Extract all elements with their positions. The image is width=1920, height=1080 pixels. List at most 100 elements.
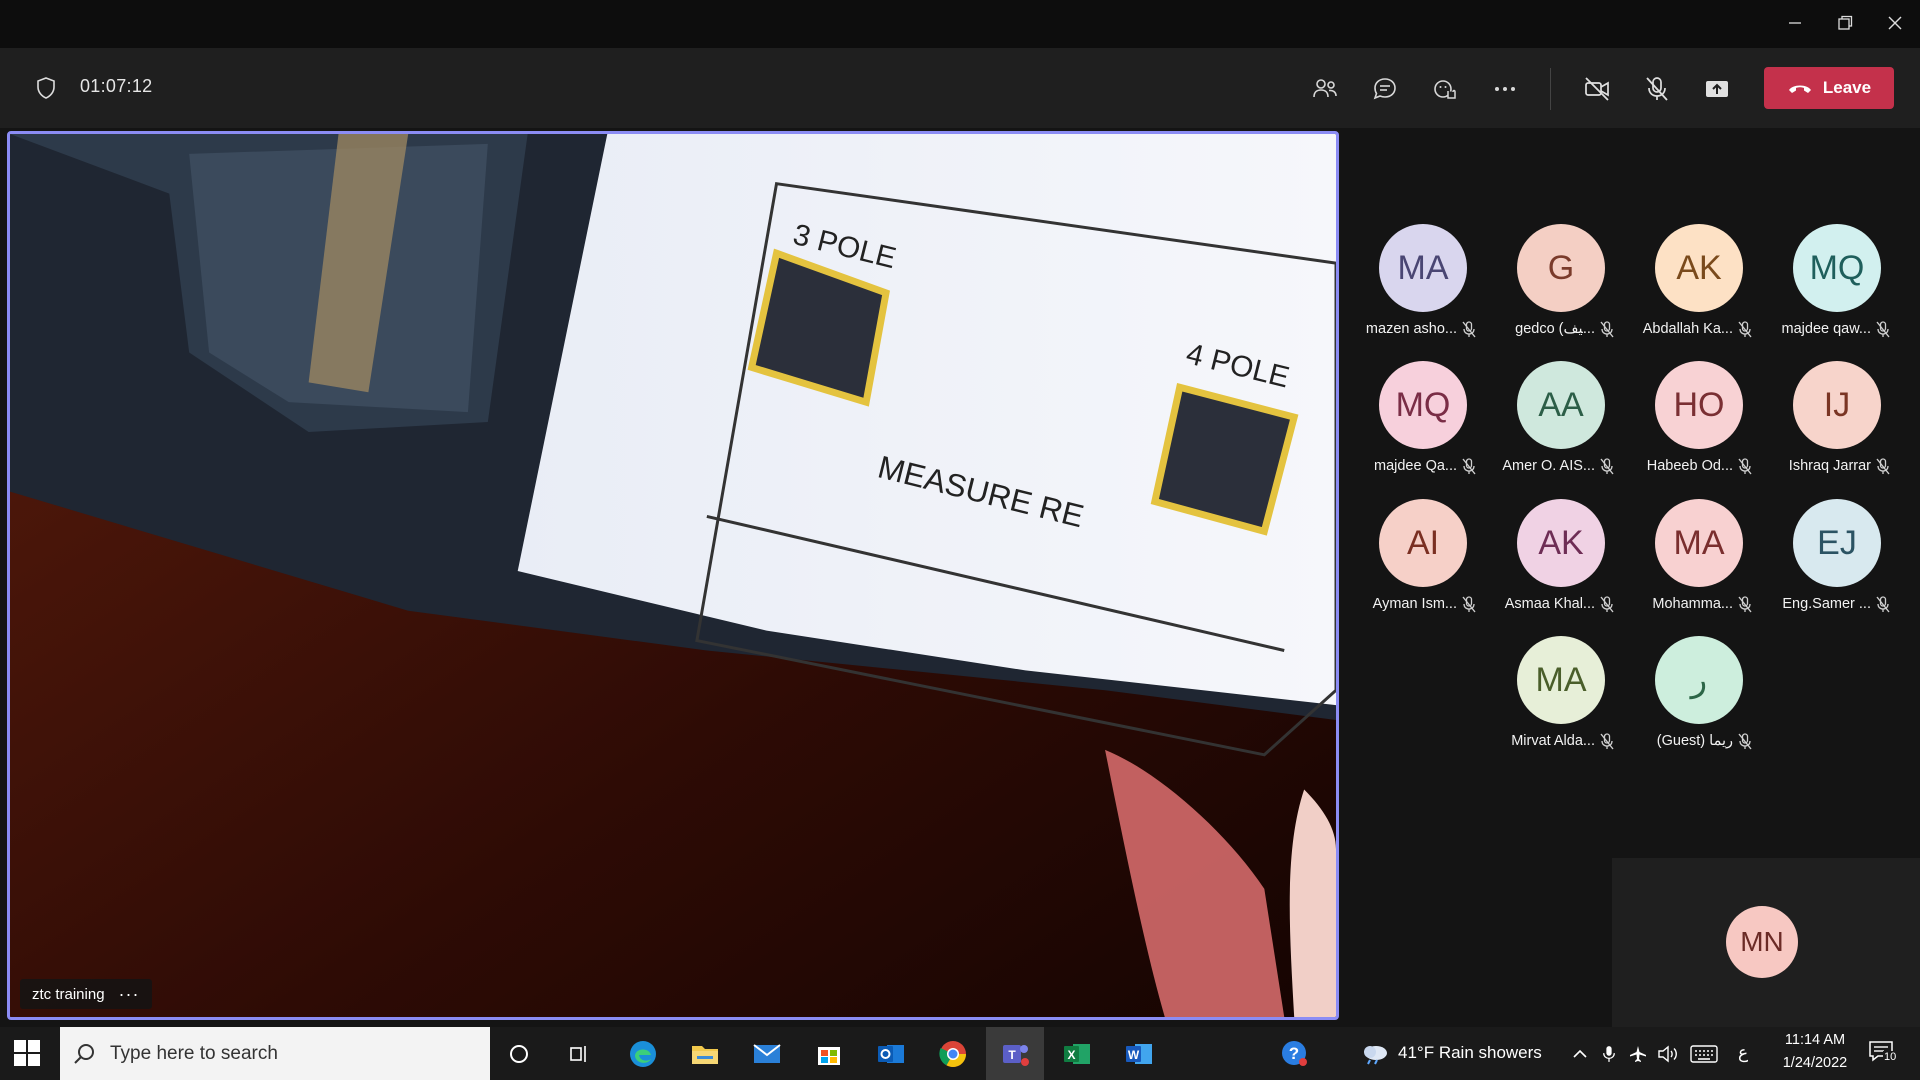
teams-icon: T: [1003, 1044, 1029, 1066]
participant-avatar: ر: [1655, 636, 1743, 724]
participant-tile[interactable]: MQ majdee qaw...: [1759, 224, 1897, 354]
svg-text:?: ?: [1289, 1044, 1299, 1063]
task-view-button[interactable]: [560, 1035, 598, 1073]
input-language[interactable]: ع: [1738, 1043, 1748, 1063]
mic-muted-icon: [1738, 458, 1752, 475]
participant-tile[interactable]: AK Abdallah Ka...: [1621, 224, 1759, 354]
participant-avatar: IJ: [1793, 361, 1881, 449]
mic-toggle-button[interactable]: [1636, 68, 1678, 110]
help-taskbar-button[interactable]: ?: [1276, 1035, 1314, 1073]
clock-time[interactable]: 11:14 AM: [1770, 1032, 1860, 1048]
participant-tile[interactable]: AK Asmaa Khal...: [1483, 499, 1621, 629]
participants-grid: MA mazen asho... Ggedco (ﻴﻒ... AK Abdallah K…: [1345, 128, 1920, 848]
svg-text:X: X: [1067, 1048, 1075, 1062]
search-placeholder: Type here to search: [110, 1042, 278, 1064]
participant-tile[interactable]: HO Habeeb Od...: [1621, 361, 1759, 491]
notification-center-button[interactable]: 10: [1868, 1039, 1898, 1069]
close-button[interactable]: [1870, 0, 1920, 46]
hang-up-icon: [1788, 85, 1811, 93]
store-taskbar-button[interactable]: [810, 1035, 848, 1073]
participant-name: (Guest) ريما: [1656, 733, 1733, 749]
participant-name: Abdallah Ka...: [1642, 321, 1733, 337]
participant-tile[interactable]: IJ Ishraq Jarrar: [1759, 361, 1897, 491]
participant-tile[interactable]: MQ majdee Qa...: [1345, 361, 1483, 491]
keyboard-icon[interactable]: [1690, 1045, 1718, 1063]
participant-tile[interactable]: MA Mirvat Alda...: [1483, 636, 1621, 766]
participant-name: majdee Qa...: [1373, 458, 1457, 474]
chrome-icon: [939, 1041, 967, 1068]
weather-text[interactable]: 41°F Rain showers: [1398, 1043, 1542, 1063]
search-icon: [74, 1043, 94, 1064]
participant-tile[interactable]: AA Amer O. AIS...: [1483, 361, 1621, 491]
mic-muted-icon: [1876, 596, 1890, 613]
main-video-feed[interactable]: 3 POLE 4 POLE MEASURE RE ztc training ··…: [7, 131, 1339, 1020]
participant-avatar: MA: [1655, 499, 1743, 587]
self-avatar: MN: [1726, 906, 1798, 978]
participant-avatar: MA: [1379, 224, 1467, 312]
participant-name: Ishraq Jarrar: [1788, 458, 1871, 474]
microphone-tray-icon[interactable]: [1602, 1044, 1616, 1064]
excel-taskbar-button[interactable]: X: [1058, 1035, 1096, 1073]
edge-taskbar-button[interactable]: [624, 1035, 662, 1073]
chat-icon: [1373, 78, 1396, 100]
chat-button[interactable]: [1364, 68, 1406, 110]
participant-tile[interactable]: EJ Eng.Samer ...: [1759, 499, 1897, 629]
video-caption: ztc training ···: [20, 979, 152, 1009]
participant-name: Amer O. AIS...: [1502, 458, 1595, 474]
meeting-timer: 01:07:12: [80, 76, 153, 96]
taskbar-search-box[interactable]: Type here to search: [60, 1027, 490, 1080]
word-taskbar-button[interactable]: W: [1120, 1035, 1158, 1073]
leave-label: Leave: [1822, 78, 1872, 97]
cortana-icon: [510, 1045, 528, 1063]
volume-icon[interactable]: [1657, 1044, 1679, 1064]
chevron-up-icon[interactable]: [1572, 1046, 1588, 1062]
file-explorer-taskbar-button[interactable]: [686, 1035, 724, 1073]
people-icon: [1313, 79, 1337, 98]
self-view-tile[interactable]: MN: [1612, 858, 1920, 1027]
svg-text:W: W: [1128, 1048, 1140, 1062]
leave-button[interactable]: Leave: [1764, 67, 1894, 109]
participant-name: Asmaa Khal...: [1504, 596, 1595, 612]
participant-avatar: AK: [1655, 224, 1743, 312]
mic-muted-icon: [1876, 458, 1890, 475]
participant-name: Ayman Ism...: [1372, 596, 1457, 612]
participant-tile[interactable]: MA mazen asho...: [1345, 224, 1483, 354]
task-view-icon: [570, 1046, 586, 1062]
participant-avatar: EJ: [1793, 499, 1881, 587]
airplane-mode-icon[interactable]: [1628, 1044, 1648, 1064]
participant-avatar: G: [1517, 224, 1605, 312]
minimize-button[interactable]: [1770, 0, 1820, 46]
mic-muted-icon: [1738, 596, 1752, 613]
outlook-taskbar-button[interactable]: [872, 1035, 910, 1073]
mic-muted-icon: [1876, 321, 1890, 338]
participant-avatar: MQ: [1379, 361, 1467, 449]
windows-start-icon[interactable]: [14, 1040, 40, 1066]
mail-taskbar-button[interactable]: [748, 1035, 786, 1073]
help-icon: ?: [1282, 1041, 1307, 1066]
more-actions-button[interactable]: [1484, 68, 1526, 110]
chrome-taskbar-button[interactable]: [934, 1035, 972, 1073]
reactions-button[interactable]: [1424, 68, 1466, 110]
weather-cloud-icon[interactable]: [1360, 1041, 1390, 1065]
participants-button[interactable]: [1304, 68, 1346, 110]
video-more-button[interactable]: ···: [119, 984, 140, 1005]
mic-muted-icon: [1600, 458, 1614, 475]
camera-off-icon: [1585, 77, 1609, 101]
participant-tile[interactable]: AI Ayman Ism...: [1345, 499, 1483, 629]
participant-tile[interactable]: MA Mohamma...: [1621, 499, 1759, 629]
restore-button[interactable]: [1820, 0, 1870, 46]
teams-taskbar-button[interactable]: T: [986, 1027, 1044, 1080]
camera-toggle-button[interactable]: [1576, 68, 1618, 110]
video-frame-image: 3 POLE 4 POLE MEASURE RE: [10, 134, 1336, 1017]
clock-date[interactable]: 1/24/2022: [1770, 1055, 1860, 1071]
participant-tile[interactable]: ر (Guest) ريما: [1621, 636, 1759, 766]
notification-count: 10: [1883, 1051, 1898, 1063]
participant-name: majdee qaw...: [1781, 321, 1871, 337]
share-screen-button[interactable]: [1696, 68, 1738, 110]
shield-icon[interactable]: [34, 76, 58, 100]
participant-name: Mirvat Alda...: [1511, 733, 1595, 749]
meeting-toolbar: 01:07:12 Leave: [0, 48, 1920, 128]
cortana-button[interactable]: [500, 1035, 538, 1073]
windows-taskbar: Type here to search T X W ? 41°F Rain sh…: [0, 1027, 1920, 1080]
participant-tile[interactable]: Ggedco (ﻴﻒ...: [1483, 224, 1621, 354]
